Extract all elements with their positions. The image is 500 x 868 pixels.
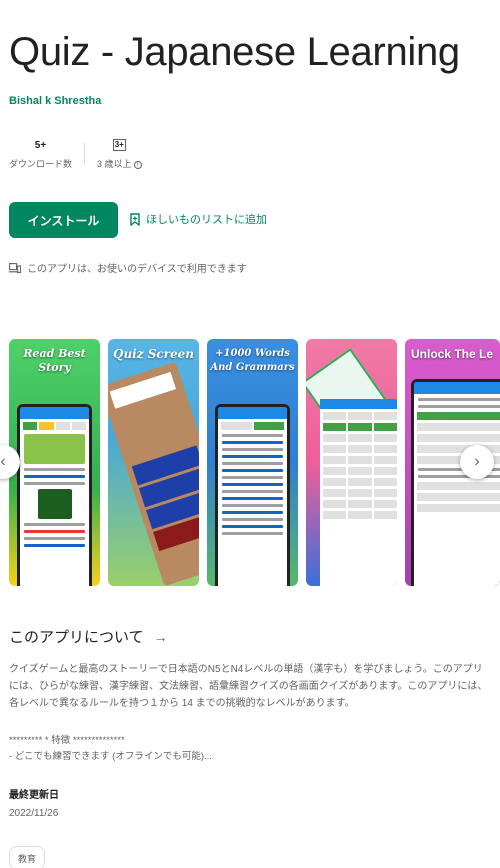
content-rating-badge: 3+	[112, 139, 126, 151]
carousel-next-button[interactable]: ›	[460, 445, 494, 479]
screenshot-title: Quiz Screen	[112, 347, 195, 361]
chevron-right-icon: ›	[474, 453, 480, 470]
device-note-text: このアプリは、お使いのデバイスで利用できます	[27, 264, 247, 275]
developer-link[interactable]: Bishal k Shrestha	[9, 95, 101, 107]
screenshot-3[interactable]: +1000 Words And Grammars	[207, 339, 298, 586]
updated-label: 最終更新日	[9, 790, 59, 801]
content-rating-stat: 3+ 3 歳以上 i	[97, 138, 142, 170]
downloads-label: ダウンロード数	[9, 159, 73, 169]
app-title: Quiz - Japanese Learning	[9, 30, 460, 74]
about-heading: このアプリについて	[9, 629, 144, 646]
phone-mockup	[17, 404, 92, 586]
arrow-right-icon: →	[153, 628, 168, 645]
features-block: ********* * 特徴 ************** - どこでも練習でき…	[9, 733, 212, 765]
screenshot-title: +1000 Words And Grammars	[210, 348, 295, 373]
phone-mockup	[411, 379, 500, 586]
install-button[interactable]: インストール	[9, 202, 118, 238]
screenshot-carousel: Read Best Story Quiz Screen +1000 Words …	[9, 339, 500, 586]
category-chip[interactable]: 教育	[9, 846, 46, 868]
features-heading: ********* * 特徴 **************	[9, 735, 125, 746]
device-availability-note: このアプリは、お使いのデバイスで利用できます	[9, 260, 247, 275]
updated-date: 2022/11/26	[9, 808, 59, 819]
screenshot-title: Unlock The Le	[411, 347, 494, 361]
vocabulary-table-mockup	[320, 399, 397, 586]
chevron-left-icon: ‹	[0, 453, 6, 470]
features-item: - どこでも練習できます (オフラインでも可能)...	[9, 751, 212, 762]
content-rating-text: 3 歳以上	[97, 159, 132, 169]
screenshot-4[interactable]	[306, 339, 397, 586]
about-section-header[interactable]: このアプリについて →	[9, 626, 168, 647]
wishlist-label: ほしいものリストに追加	[146, 214, 267, 226]
downloads-value: 5+	[34, 139, 47, 151]
devices-icon	[9, 262, 21, 273]
screenshot-title: Read Best Story	[23, 347, 86, 374]
downloads-stat: 5+ ダウンロード数	[9, 138, 72, 170]
phone-mockup	[215, 404, 290, 586]
app-stats: 5+ ダウンロード数 3+ 3 歳以上 i	[9, 138, 142, 172]
info-icon[interactable]: i	[133, 160, 142, 169]
about-description: クイズゲームと最高のストーリーで日本語のN5とN4レベルの単語（漢字も）を学びま…	[9, 664, 488, 709]
stat-divider	[84, 143, 86, 165]
screenshot-2[interactable]: Quiz Screen	[108, 339, 199, 586]
screenshot-1[interactable]: Read Best Story	[9, 339, 100, 586]
bookmark-add-icon	[130, 212, 140, 226]
wishlist-button[interactable]: ほしいものリストに追加	[130, 211, 267, 227]
content-rating-label[interactable]: 3 歳以上 i	[97, 157, 142, 170]
